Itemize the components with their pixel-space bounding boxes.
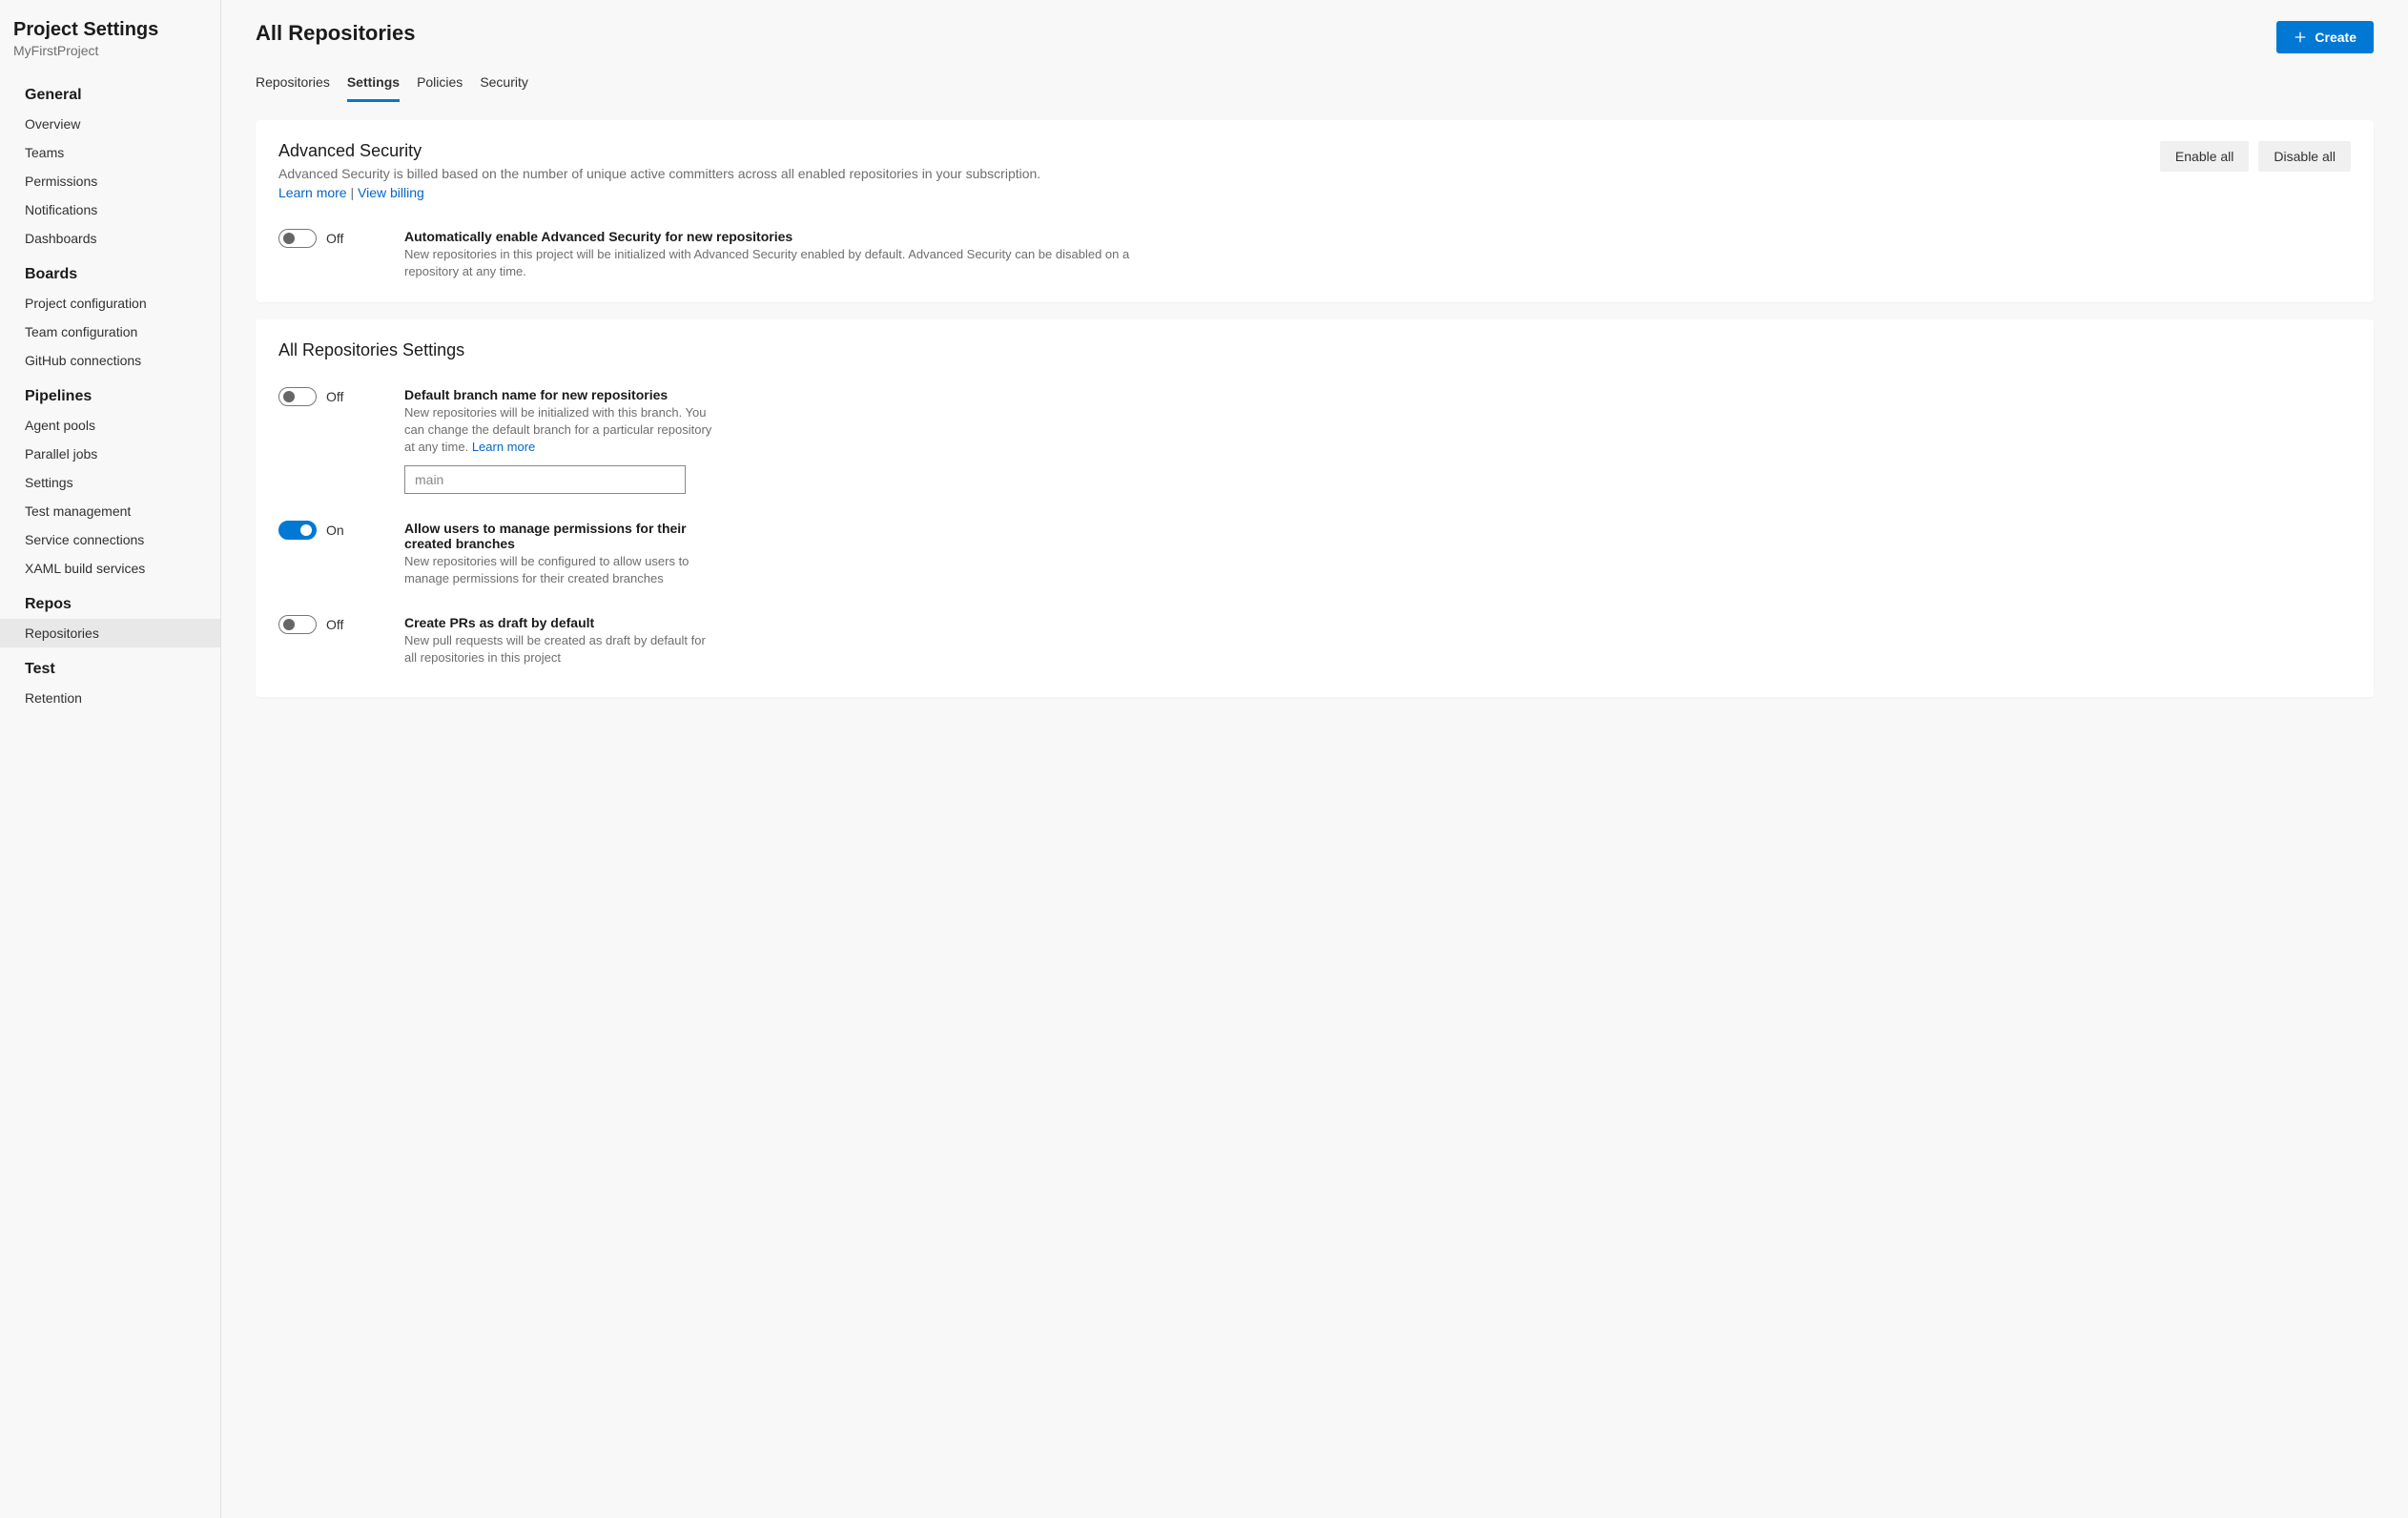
- draft-pr-toggle[interactable]: [278, 615, 317, 634]
- tab-settings[interactable]: Settings: [347, 67, 400, 102]
- repo-settings-title: All Repositories Settings: [278, 340, 2351, 360]
- auto-enable-toggle[interactable]: [278, 229, 317, 248]
- draft-pr-toggle-label: Off: [326, 617, 343, 632]
- sidebar-project-name: MyFirstProject: [13, 43, 207, 58]
- create-button-label: Create: [2315, 30, 2357, 45]
- sidebar-item-team-configuration[interactable]: Team configuration: [0, 318, 220, 346]
- auto-enable-setting: Off Automatically enable Advanced Securi…: [278, 229, 2351, 280]
- tab-policies[interactable]: Policies: [417, 67, 463, 102]
- sidebar-item-agent-pools[interactable]: Agent pools: [0, 411, 220, 440]
- page-title: All Repositories: [256, 21, 415, 46]
- sidebar-item-overview[interactable]: Overview: [0, 110, 220, 138]
- default-branch-setting: Off Default branch name for new reposito…: [278, 387, 2351, 495]
- learn-more-link[interactable]: Learn more: [278, 185, 347, 200]
- sidebar-item-project-configuration[interactable]: Project configuration: [0, 289, 220, 318]
- sidebar-item-xaml-build-services[interactable]: XAML build services: [0, 554, 220, 583]
- manage-perms-setting: On Allow users to manage permissions for…: [278, 521, 2351, 587]
- default-branch-title: Default branch name for new repositories: [404, 387, 719, 402]
- sidebar-section-title: Repos: [0, 583, 220, 619]
- default-branch-toggle-label: Off: [326, 389, 343, 404]
- view-billing-link[interactable]: View billing: [358, 185, 424, 200]
- draft-pr-desc: New pull requests will be created as dra…: [404, 632, 719, 667]
- create-button[interactable]: Create: [2276, 21, 2374, 53]
- sidebar-item-teams[interactable]: Teams: [0, 138, 220, 167]
- tab-security[interactable]: Security: [480, 67, 528, 102]
- default-branch-toggle[interactable]: [278, 387, 317, 406]
- sidebar-item-github-connections[interactable]: GitHub connections: [0, 346, 220, 375]
- sidebar-section-title: Test: [0, 647, 220, 684]
- advanced-security-desc: Advanced Security is billed based on the…: [278, 165, 1040, 202]
- sidebar-item-settings[interactable]: Settings: [0, 468, 220, 497]
- sidebar-item-notifications[interactable]: Notifications: [0, 195, 220, 224]
- sidebar-item-service-connections[interactable]: Service connections: [0, 525, 220, 554]
- main-content: All Repositories Create Repositories Sett…: [221, 0, 2408, 1518]
- auto-enable-toggle-label: Off: [326, 231, 343, 246]
- disable-all-button[interactable]: Disable all: [2258, 141, 2351, 172]
- sidebar-item-permissions[interactable]: Permissions: [0, 167, 220, 195]
- sidebar: Project Settings MyFirstProject GeneralO…: [0, 0, 221, 1518]
- auto-enable-desc: New repositories in this project will be…: [404, 246, 1186, 280]
- manage-perms-desc: New repositories will be configured to a…: [404, 553, 719, 587]
- advanced-security-header: Advanced Security Advanced Security is b…: [278, 141, 2351, 202]
- sidebar-section-title: Boards: [0, 253, 220, 289]
- sidebar-title: Project Settings: [13, 19, 207, 41]
- draft-pr-setting: Off Create PRs as draft by default New p…: [278, 615, 2351, 667]
- manage-perms-toggle-label: On: [326, 523, 344, 538]
- auto-enable-title: Automatically enable Advanced Security f…: [404, 229, 1186, 244]
- sidebar-item-repositories[interactable]: Repositories: [0, 619, 220, 647]
- manage-perms-title: Allow users to manage permissions for th…: [404, 521, 719, 551]
- sidebar-header: Project Settings MyFirstProject: [0, 19, 220, 73]
- manage-perms-toggle[interactable]: [278, 521, 317, 540]
- draft-pr-title: Create PRs as draft by default: [404, 615, 719, 630]
- sidebar-item-dashboards[interactable]: Dashboards: [0, 224, 220, 253]
- sidebar-section-title: Pipelines: [0, 375, 220, 411]
- sidebar-item-retention[interactable]: Retention: [0, 684, 220, 712]
- advanced-security-title: Advanced Security: [278, 141, 1040, 161]
- default-branch-learn-more-link[interactable]: Learn more: [472, 440, 535, 454]
- sidebar-item-test-management[interactable]: Test management: [0, 497, 220, 525]
- default-branch-input[interactable]: [404, 465, 686, 494]
- tab-repositories[interactable]: Repositories: [256, 67, 330, 102]
- sidebar-section-title: General: [0, 73, 220, 110]
- plus-icon: [2294, 31, 2307, 44]
- tabs: Repositories Settings Policies Security: [256, 67, 2374, 103]
- repo-settings-card: All Repositories Settings Off Default br…: [256, 319, 2374, 697]
- page-header: All Repositories Create: [256, 21, 2374, 53]
- default-branch-desc: New repositories will be initialized wit…: [404, 404, 719, 457]
- advanced-security-card: Advanced Security Advanced Security is b…: [256, 120, 2374, 302]
- enable-all-button[interactable]: Enable all: [2160, 141, 2250, 172]
- sidebar-item-parallel-jobs[interactable]: Parallel jobs: [0, 440, 220, 468]
